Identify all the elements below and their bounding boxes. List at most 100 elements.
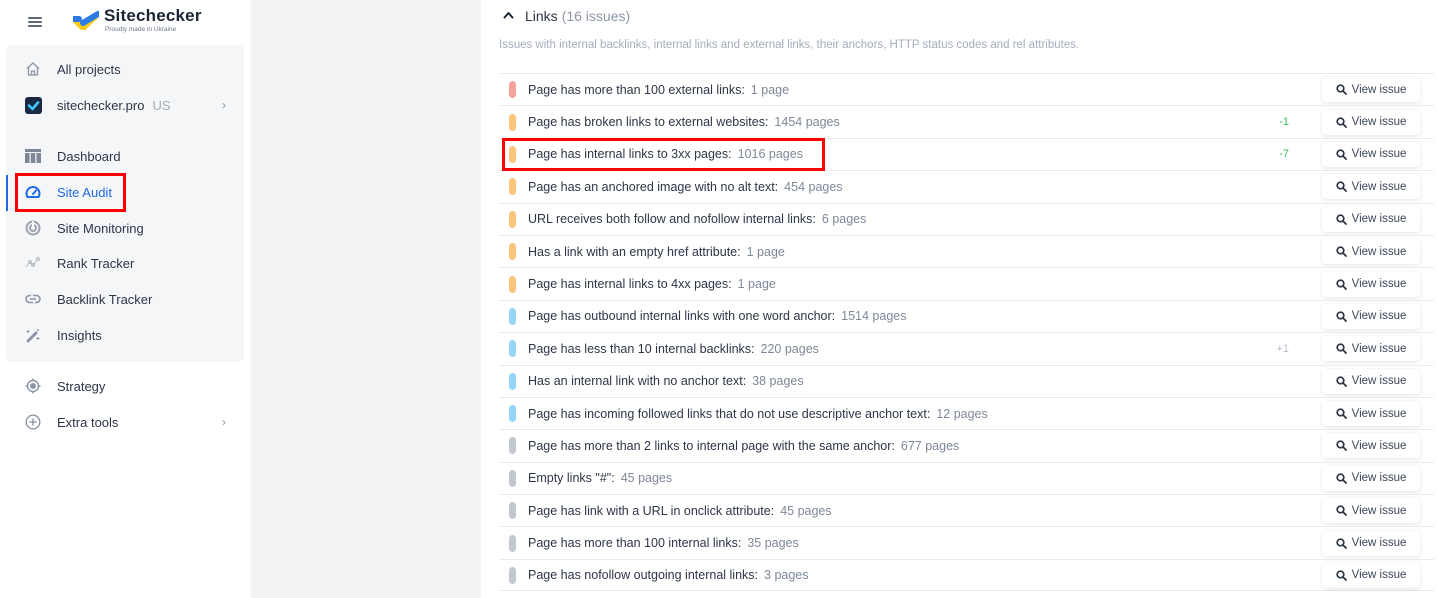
hamburger-menu-icon[interactable] [28,17,42,27]
severity-indicator [509,372,516,390]
severity-indicator [509,307,516,325]
severity-indicator [509,502,516,520]
highlight-box [502,138,825,171]
view-issue-label: View issue [1351,342,1407,355]
view-issue-button[interactable]: View issue [1322,433,1420,459]
issue-title: Page has internal links to 4xx pages: [528,277,732,292]
issue-page-count: 1 page [737,277,776,292]
sidebar-item-insights[interactable]: Insights [0,320,250,350]
view-issue-button[interactable]: View issue [1322,401,1420,427]
issue-page-count: 38 pages [752,374,804,389]
view-issue-button[interactable]: View issue [1322,239,1420,265]
view-issue-button[interactable]: View issue [1322,77,1420,103]
content-gutter [251,0,481,598]
issue-row: Page has incoming followed links that do… [499,396,1434,429]
severity-indicator [509,178,516,196]
magic-wand-icon [24,326,42,344]
issue-page-count: 3 pages [764,568,809,583]
project-region: US [152,97,171,113]
section-toggle[interactable]: Links (16 issues) [503,7,630,25]
view-issue-label: View issue [1351,439,1407,452]
issue-title: Page has more than 100 internal links: [528,536,742,551]
view-issue-button[interactable]: View issue [1322,498,1420,524]
sidebar: Sitechecker Proudly made in Ukraine All … [0,0,251,598]
issue-page-count: 1454 pages [774,115,840,130]
search-icon [1335,343,1347,355]
issue-row: Has a link with an empty href attribute:… [499,234,1434,267]
search-icon [1335,569,1347,581]
issue-title: Has an internal link with no anchor text… [528,374,747,389]
view-issue-button[interactable]: View issue [1322,336,1420,362]
sidebar-item-strategy[interactable]: Strategy [0,371,250,401]
severity-indicator [509,275,516,293]
search-icon [1335,149,1347,160]
view-issue-button[interactable]: View issue [1322,465,1420,491]
issue-row: Page has more than 2 links to internal p… [499,429,1434,461]
issue-row: Page has less than 10 internal backlinks… [499,332,1434,364]
sidebar-item-project[interactable]: sitechecker.pro US › [0,90,250,120]
dashboard-icon [24,147,42,165]
view-issue-button[interactable]: View issue [1322,368,1420,394]
view-issue-label: View issue [1351,537,1407,550]
issue-row: Empty links "#": 45 pages View issue [499,461,1434,494]
view-issue-button[interactable]: View issue [1322,562,1420,588]
view-issue-label: View issue [1351,83,1407,96]
issue-page-count: 6 pages [821,212,867,227]
sidebar-item-extra-tools[interactable]: Extra tools › [0,407,250,437]
issue-title: Page has nofollow outgoing internal link… [528,568,759,583]
view-issue-button[interactable]: View issue [1322,141,1420,167]
view-issue-button[interactable]: View issue [1322,206,1420,232]
view-issue-label: View issue [1351,213,1407,226]
view-issue-label: View issue [1351,310,1407,323]
view-issue-button[interactable]: View issue [1322,303,1420,329]
sidebar-item-site-monitoring[interactable]: Site Monitoring [0,213,250,243]
issue-delta: -7 [1279,148,1289,161]
view-issue-label: View issue [1351,278,1407,291]
view-issue-label: View issue [1351,375,1407,388]
sidebar-item-label: Rank Tracker [57,255,135,271]
issue-page-count: 454 pages [784,179,843,194]
search-icon [1335,246,1347,258]
issue-row: Page has nofollow outgoing internal link… [499,558,1434,592]
sitechecker-logo-icon [73,11,99,30]
view-issue-button[interactable]: View issue [1322,109,1420,135]
view-issue-label: View issue [1351,569,1407,582]
issue-row: Page has link with a URL in onclick attr… [499,494,1434,526]
issue-title: Page has outbound internal links with on… [528,309,836,324]
view-issue-button[interactable]: View issue [1322,271,1420,297]
sidebar-item-label: All projects [57,61,121,77]
sidebar-item-dashboard[interactable]: Dashboard [0,141,250,171]
search-icon [1335,538,1347,549]
issue-title: Page has an anchored image with no alt t… [528,179,779,194]
severity-indicator [509,81,516,99]
sidebar-item-backlink-tracker[interactable]: Backlink Tracker [0,284,250,314]
issue-row: Page has broken links to external websit… [499,105,1434,137]
issue-title: Page has more than 100 external links: [528,82,745,97]
view-issue-button[interactable]: View issue [1322,530,1420,556]
sidebar-item-all-projects[interactable]: All projects [0,54,250,84]
issue-row: URL receives both follow and nofollow in… [499,202,1434,235]
view-issue-label: View issue [1351,407,1407,420]
main-panel: Links (16 issues) Issues with internal b… [481,0,1437,598]
search-icon [1335,376,1347,387]
chevron-right-icon: › [222,98,226,112]
section-title: Links [525,8,558,24]
search-icon [1335,84,1347,96]
issue-title: Page has broken links to external websit… [528,115,769,130]
search-icon [1335,278,1347,290]
issue-page-count: 220 pages [760,341,819,356]
severity-indicator [509,113,516,131]
issue-page-count: 677 pages [900,438,960,453]
view-issue-label: View issue [1351,504,1407,517]
monitoring-icon [24,219,42,237]
issue-title: Page has more than 2 links to internal p… [528,438,895,453]
severity-indicator [509,534,516,552]
section-count: (16 issues) [561,8,631,24]
sidebar-item-rank-tracker[interactable]: Rank Tracker [0,248,250,278]
plus-circle-icon [24,413,42,431]
severity-indicator [509,469,516,487]
search-icon [1335,505,1347,517]
view-issue-button[interactable]: View issue [1322,174,1420,200]
view-issue-label: View issue [1351,116,1407,129]
chevron-right-icon: › [222,415,226,429]
